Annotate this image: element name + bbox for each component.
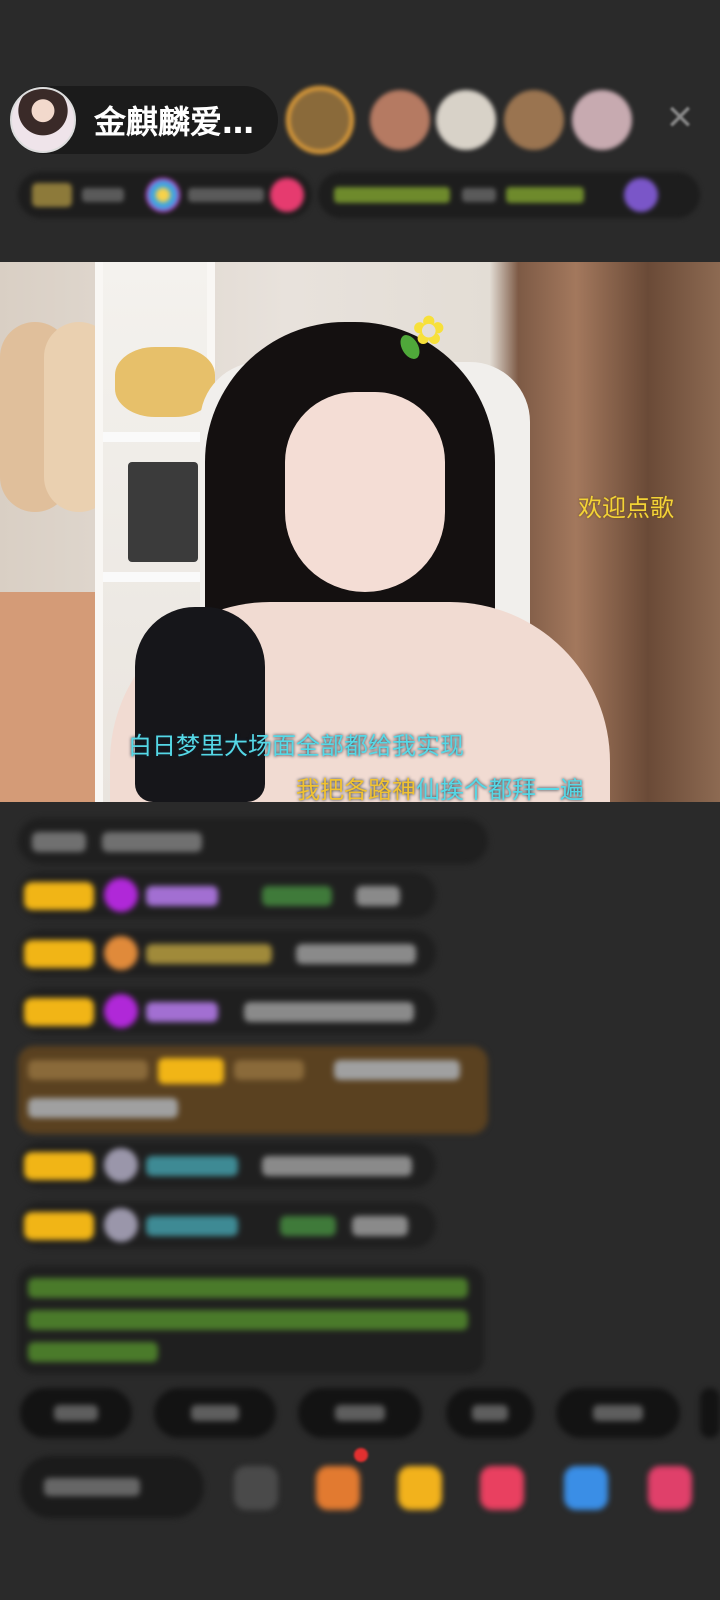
gift-badge-blur: [158, 1058, 224, 1084]
chat-username-blur: [146, 944, 272, 964]
level-badge: [24, 998, 94, 1026]
task-icon: [624, 178, 658, 212]
chat-text-blur: [352, 1216, 408, 1236]
rank-icon: [32, 183, 72, 207]
game-icon[interactable]: [564, 1466, 608, 1510]
live-video[interactable]: ✿ 欢迎点歌 白日梦里大场面全部都给我实现 我把各路神仙挨个都拜一遍: [0, 262, 720, 802]
gift-text-blur: [28, 1060, 148, 1080]
quick-reply-chip[interactable]: [298, 1388, 422, 1438]
level-badge: [24, 1152, 94, 1180]
chat-text-blur: [262, 886, 332, 906]
chat-message: [18, 930, 436, 976]
books: [128, 462, 198, 562]
viewer-avatar[interactable]: [504, 90, 564, 150]
rank-text-blur: [82, 188, 124, 202]
gift-text-blur: [28, 1098, 178, 1118]
gift-icon[interactable]: [648, 1466, 692, 1510]
medal-icon: [104, 936, 138, 970]
quick-reply-chip[interactable]: [154, 1388, 276, 1438]
chat-input[interactable]: [20, 1456, 204, 1518]
lyric-rest-part: 仙挨个都拜一遍: [416, 776, 584, 802]
user-avatar-icon: [104, 1208, 138, 1242]
chat-text-blur: [356, 886, 400, 906]
level-badge: [24, 882, 94, 910]
lyric-sung-part: 我把各路神: [296, 776, 416, 802]
chat-text-blur: [102, 832, 202, 852]
gift-text-blur: [334, 1060, 460, 1080]
quick-reply-chip[interactable]: [700, 1388, 720, 1438]
lyric-line-1: 白日梦里大场面全部都给我实现: [128, 732, 464, 760]
chat-message: [18, 872, 436, 918]
live-stream-screen: 金麒麟爱… ✕ ✿ 欢迎点歌 白日梦里大场面全部都给我实现 我把各路神仙挨个都拜…: [0, 0, 720, 1600]
task-text-blur: [506, 187, 584, 203]
chat-text-blur: [262, 1156, 412, 1176]
quick-reply-chip[interactable]: [446, 1388, 534, 1438]
gift-message-card: [18, 1046, 488, 1134]
chat-username-blur: [146, 1002, 218, 1022]
gift-text-blur: [234, 1060, 304, 1080]
chat-username-blur: [146, 886, 218, 906]
chat-message: [18, 818, 488, 864]
host-info-pill[interactable]: 金麒麟爱…: [10, 86, 278, 154]
microphone: [135, 607, 265, 802]
heart-icon[interactable]: [480, 1466, 524, 1510]
chat-text-blur: [296, 944, 416, 964]
flower-sticker-icon: ✿: [412, 308, 446, 354]
viewer-avatar[interactable]: [572, 90, 632, 150]
host-name[interactable]: 金麒麟爱…: [94, 97, 254, 143]
gift-box-icon[interactable]: [316, 1466, 360, 1510]
notice-text-blur: [28, 1278, 468, 1298]
viewer-avatar[interactable]: [436, 90, 496, 150]
fans-text-blur: [188, 188, 264, 202]
lyric-line-2: 我把各路神仙挨个都拜一遍: [296, 770, 584, 802]
rank-info-row[interactable]: [18, 172, 312, 218]
emoji-icon[interactable]: [234, 1466, 278, 1510]
level-badge: [24, 940, 94, 968]
chat-message: [18, 1202, 436, 1248]
diamond-icon: [104, 994, 138, 1028]
chat-text-blur: [244, 1002, 414, 1022]
notification-dot: [354, 1448, 368, 1462]
welcome-overlay-text: 欢迎点歌: [578, 494, 674, 522]
user-avatar-icon: [104, 1148, 138, 1182]
chat-username-blur: [146, 1216, 238, 1236]
top-viewer-avatar[interactable]: [286, 86, 354, 154]
badge-icon: [146, 178, 180, 212]
streamer-face: [285, 392, 445, 592]
quick-reply-chip[interactable]: [20, 1388, 132, 1438]
quick-reply-chip[interactable]: [556, 1388, 680, 1438]
viewer-avatar[interactable]: [370, 90, 430, 150]
system-notice: [18, 1266, 484, 1374]
task-text-blur: [462, 188, 496, 202]
chat-message: [18, 1142, 436, 1188]
notice-text-blur: [28, 1342, 158, 1362]
sunflower-vase: [115, 347, 215, 417]
chat-username-blur: [146, 1156, 238, 1176]
diamond-icon: [104, 878, 138, 912]
level-badge: [24, 1212, 94, 1240]
notice-text-blur: [28, 1310, 468, 1330]
chat-text-blur: [32, 832, 86, 852]
chat-text-blur: [280, 1216, 336, 1236]
close-icon[interactable]: ✕: [662, 98, 698, 138]
task-text-blur: [334, 187, 450, 203]
host-avatar[interactable]: [10, 87, 76, 153]
treasure-icon[interactable]: [398, 1466, 442, 1510]
task-info-row[interactable]: [318, 172, 700, 218]
chat-message: [18, 988, 436, 1034]
follow-button[interactable]: [270, 178, 304, 212]
